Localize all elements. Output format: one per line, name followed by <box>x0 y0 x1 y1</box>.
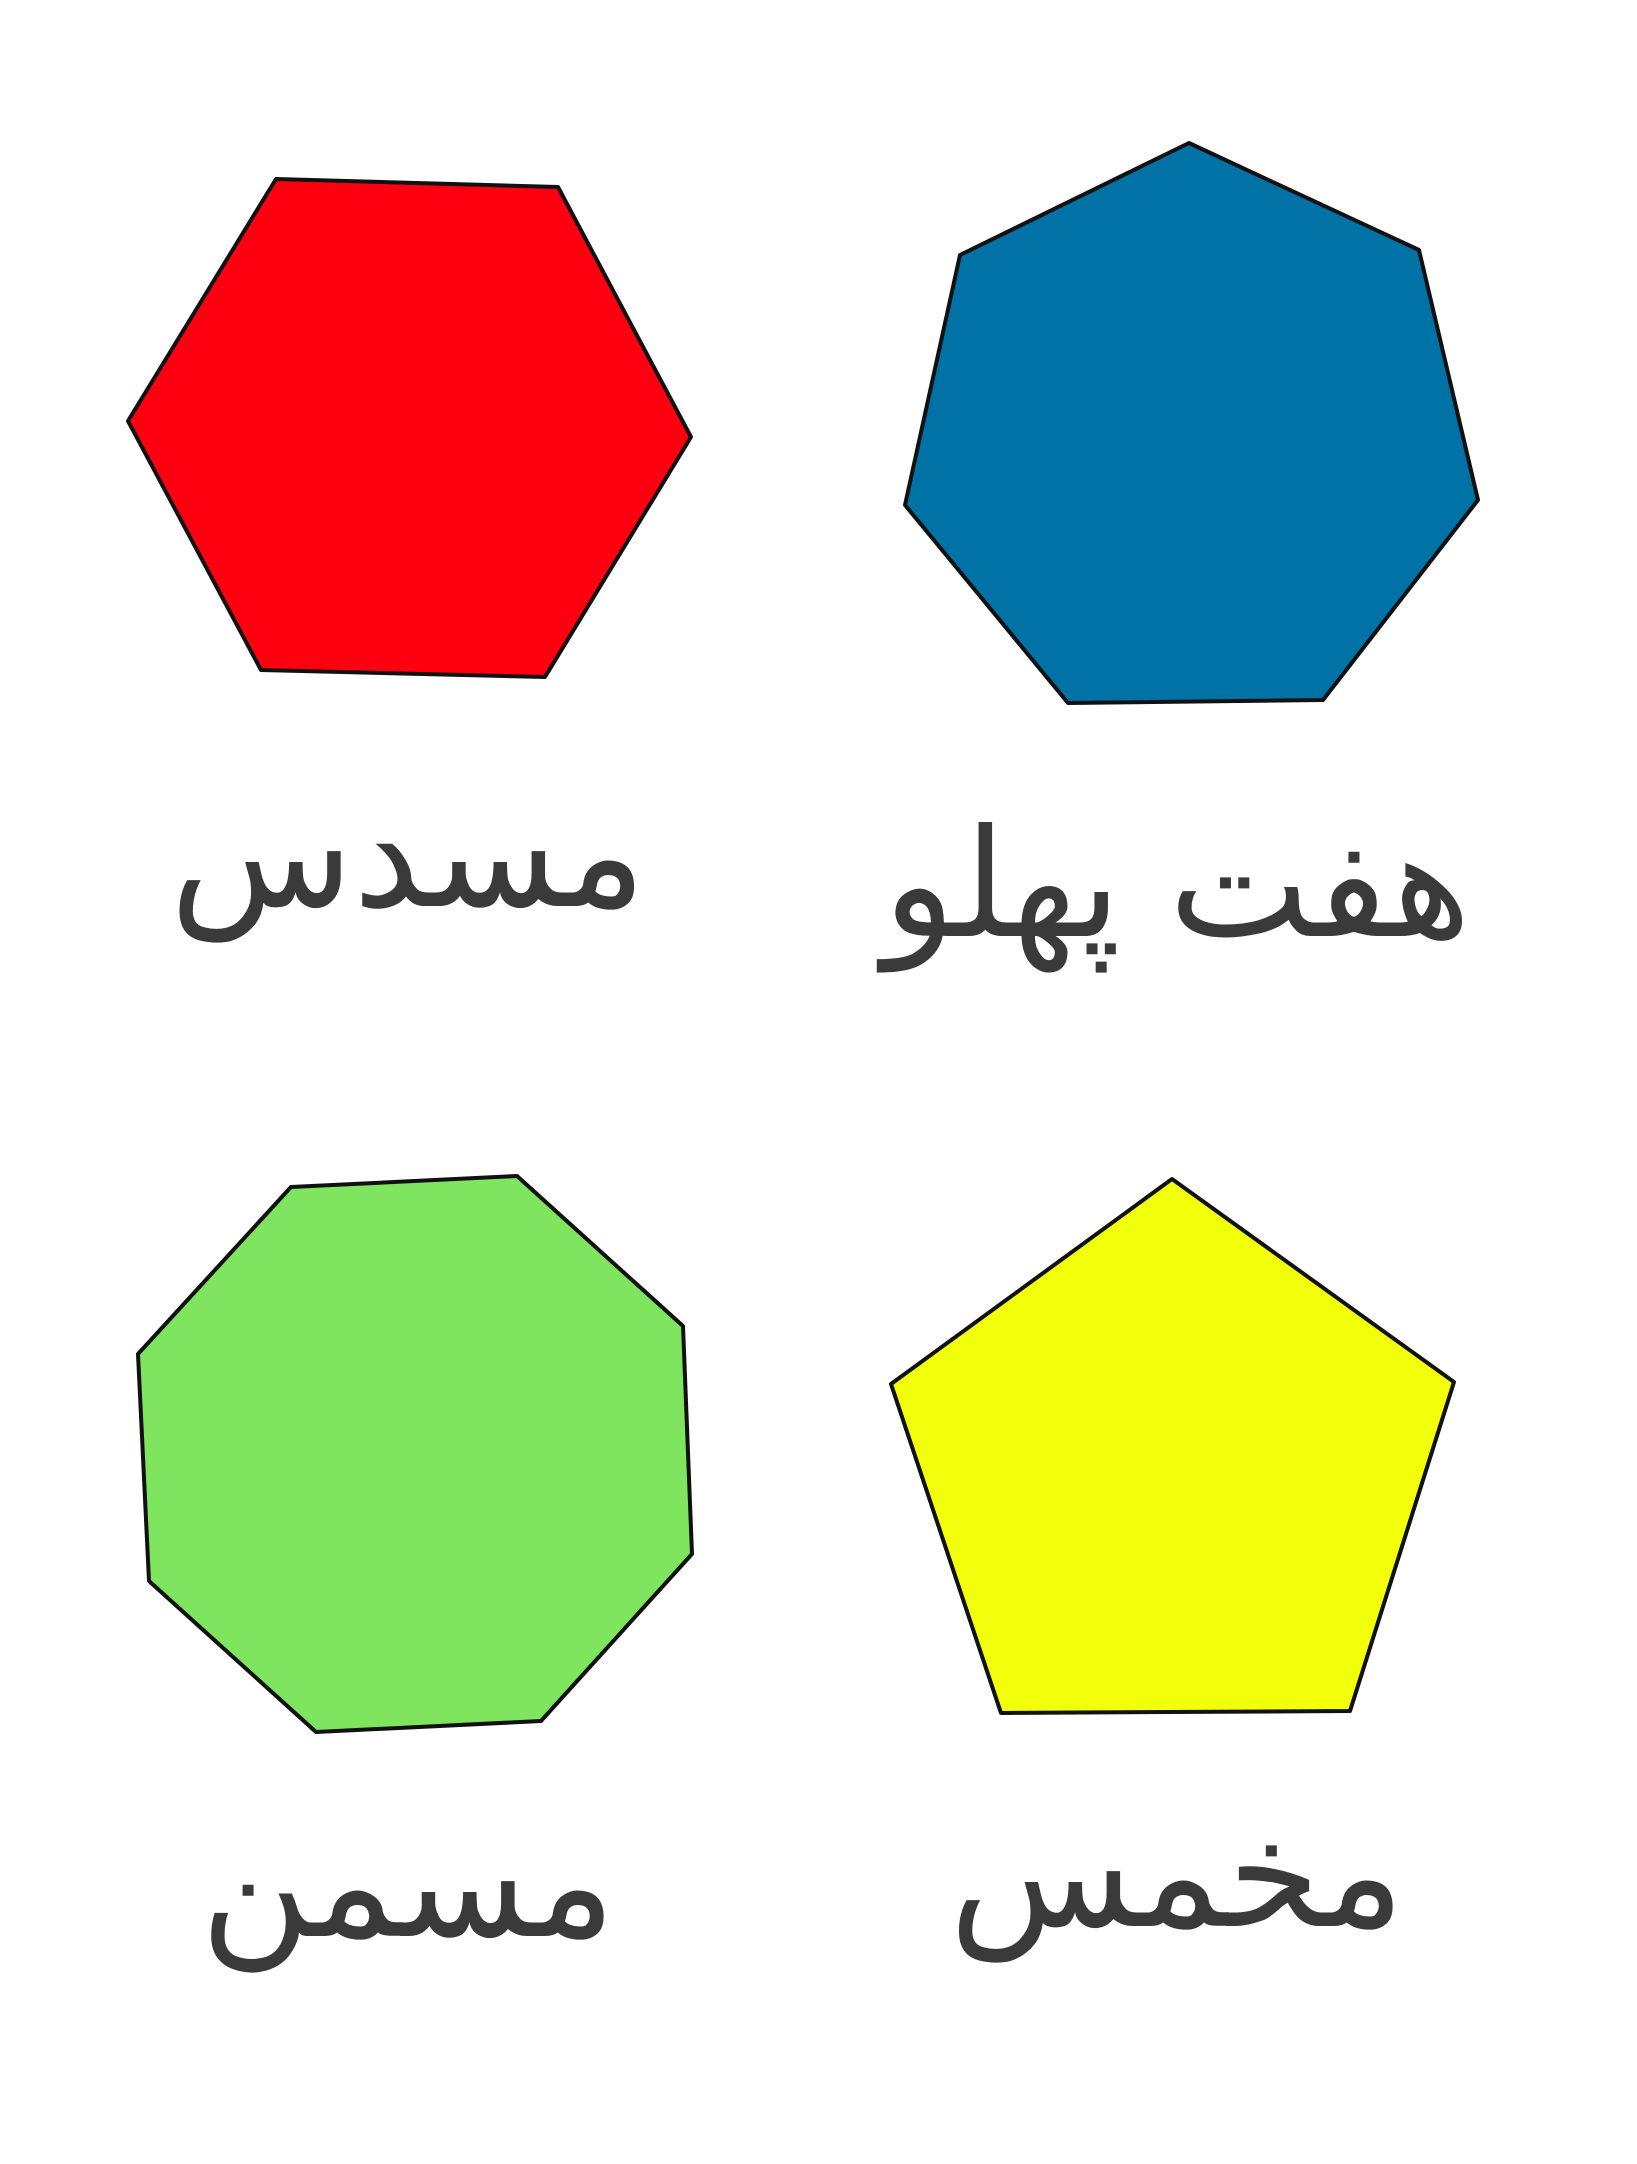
shapes-sheet: مسدس هفت پهلو مسمن مخمس <box>0 0 1637 2160</box>
octagon-shape <box>136 1174 694 1734</box>
hexagon-label: مسدس <box>169 768 646 942</box>
pentagon-label: مخمس <box>949 1788 1405 1962</box>
heptagon-label: هفت پهلو <box>883 798 1471 972</box>
heptagon-shape <box>903 141 1480 705</box>
octagon-label: مسمن <box>200 1798 616 1972</box>
pentagon-shape <box>889 1177 1456 1715</box>
hexagon-shape <box>126 177 693 679</box>
